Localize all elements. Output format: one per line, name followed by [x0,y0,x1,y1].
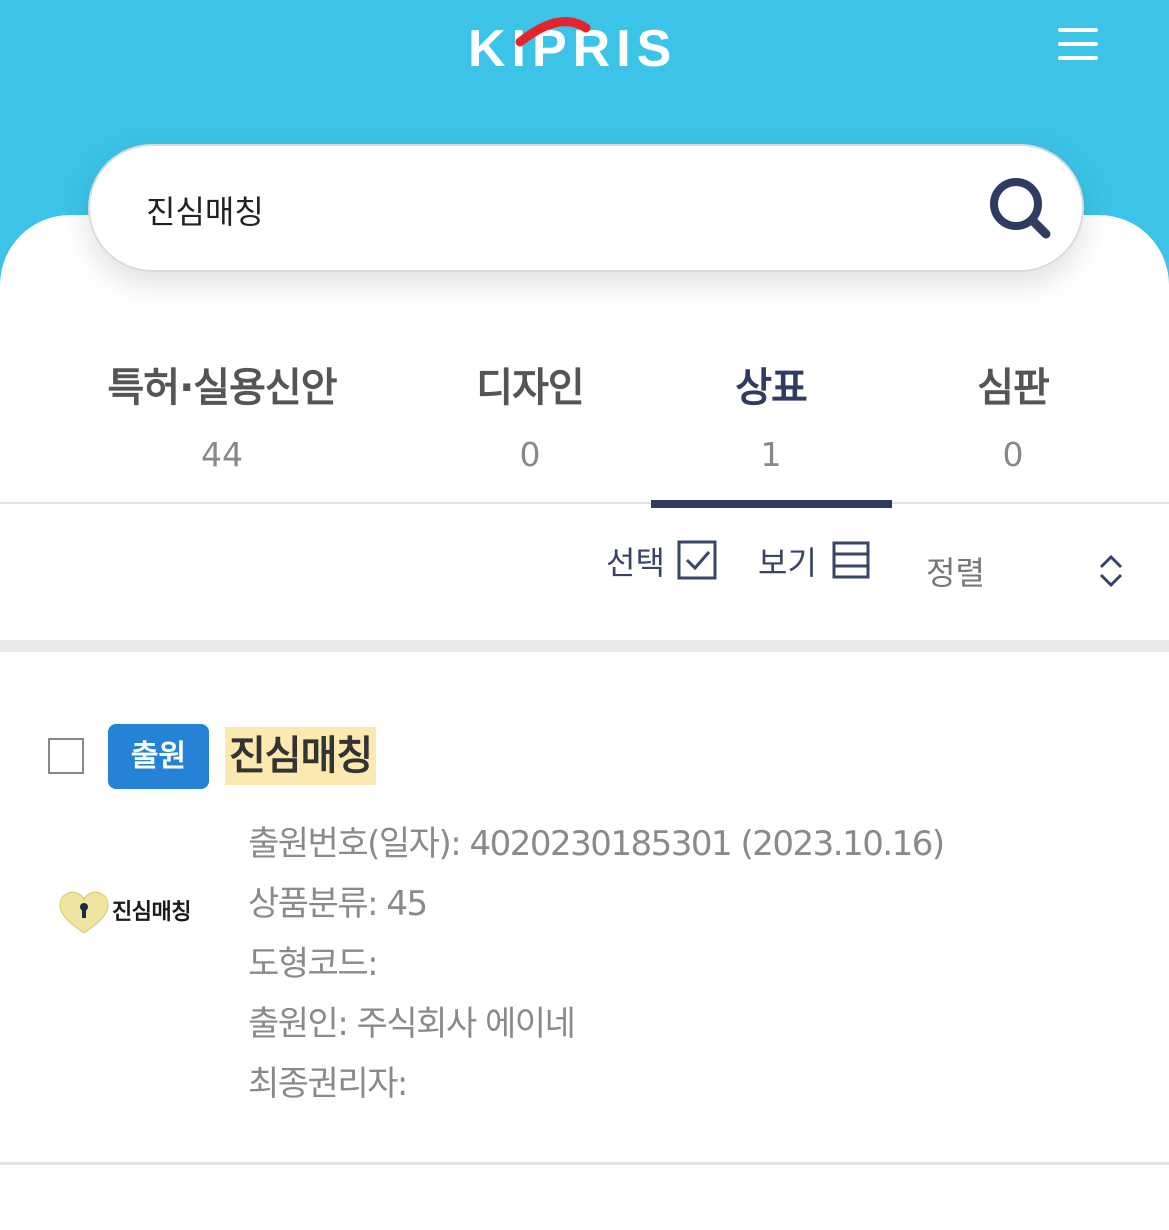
section-divider [0,640,1169,652]
result-details: 출원번호(일자): 4020230185301 (2023.10.16) 상품분… [248,816,945,1116]
select-button[interactable]: 선택 [606,538,719,584]
status-badge: 출원 [108,724,209,789]
goods-class: 상품분류: 45 [248,884,428,924]
figure-code: 도형코드: [248,944,379,984]
heart-keyhole-icon [59,891,109,934]
category-tabs: 특허·실용신안 44 디자인 0 상표 1 심판 0 [0,355,1169,505]
tab-trademark[interactable]: 상표 1 [681,355,861,474]
tab-count: 1 [760,435,782,474]
active-tab-indicator [651,500,892,508]
list-item: 출원 진심매칭 진심매칭 출원번호(일자): 4020230185301 (20… [0,652,1169,1164]
tab-label: 상표 [735,365,808,411]
list-view-icon [832,541,870,579]
kipris-logo[interactable]: KIPRIS [468,14,708,74]
sort-label: 정렬 [926,554,985,592]
result-toolbar: 선택 보기 정렬 [0,530,1169,610]
search-input[interactable] [146,180,966,240]
select-label: 선택 [606,544,665,582]
tab-trial[interactable]: 심판 0 [923,355,1103,474]
hamburger-menu-icon[interactable] [1054,24,1102,64]
tab-patent[interactable]: 특허·실용신안 44 [92,355,352,474]
view-label: 보기 [758,544,817,582]
final-right-holder: 최종권리자: [248,1064,408,1104]
tab-label: 디자인 [476,365,584,411]
tab-count: 44 [201,435,243,474]
kipris-logo-text: KIPRIS [468,20,677,74]
result-title-link[interactable]: 진심매칭 [225,727,377,785]
sort-dropdown[interactable]: 정렬 [926,548,1126,594]
trademark-text: 진심매칭 [112,900,191,925]
search-icon[interactable] [986,174,1056,244]
result-checkbox[interactable] [48,738,84,774]
trademark-image[interactable]: 진심매칭 [58,890,218,940]
tab-count: 0 [519,435,541,474]
tabs-divider [0,502,1169,504]
tab-label: 심판 [977,365,1050,411]
list-divider [0,1162,1169,1165]
checkbox-check-icon [677,540,717,580]
tab-label: 특허·실용신안 [107,365,338,411]
view-toggle-button[interactable]: 보기 [758,538,873,584]
tab-design[interactable]: 디자인 0 [440,355,620,474]
tab-count: 0 [1002,435,1024,474]
search-bar [88,144,1084,272]
applicant: 출원인: 주식회사 에이네 [248,1004,576,1044]
application-number: 출원번호(일자): 4020230185301 (2023.10.16) [248,824,945,864]
sort-updown-icon [1099,554,1123,588]
